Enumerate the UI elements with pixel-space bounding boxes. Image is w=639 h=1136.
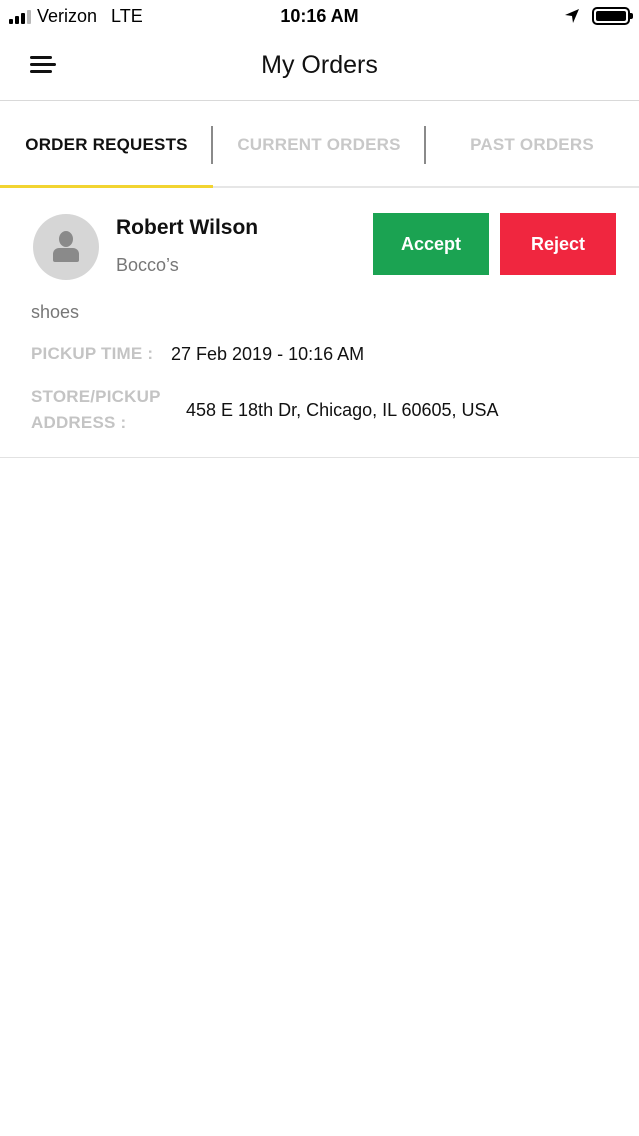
address-label: STORE/PICKUP ADDRESS :: [31, 384, 181, 436]
store-name: Bocco’s: [116, 255, 179, 275]
status-bar: Verizon LTE 10:16 AM: [0, 0, 639, 34]
customer-name: Robert Wilson: [116, 216, 259, 239]
tab-past-orders[interactable]: PAST ORDERS: [425, 102, 639, 188]
accept-button[interactable]: Accept: [373, 213, 489, 275]
avatar: [33, 214, 99, 280]
order-request-card: Robert Wilson Bocco’s Accept Reject shoe…: [0, 188, 639, 458]
user-placeholder-icon: [59, 231, 73, 247]
status-clock: 10:16 AM: [280, 6, 359, 26]
order-item: shoes: [31, 302, 80, 322]
reject-button[interactable]: Reject: [500, 213, 616, 275]
pickup-time-value: 27 Feb 2019 - 10:16 AM: [171, 344, 365, 364]
battery-icon: [592, 7, 633, 25]
tab-order-requests[interactable]: ORDER REQUESTS: [0, 102, 213, 188]
page-title: My Orders: [261, 51, 378, 79]
location-arrow-icon: [565, 9, 579, 23]
order-tabs: ORDER REQUESTS CURRENT ORDERS PAST ORDER…: [0, 102, 639, 188]
tab-current-orders[interactable]: CURRENT ORDERS: [213, 102, 425, 188]
pickup-time-label: PICKUP TIME :: [31, 344, 154, 363]
status-right: [564, 7, 633, 25]
nav-bar: My Orders: [0, 34, 639, 101]
screen: Verizon LTE 10:16 AM My Orders ORDER REQ…: [0, 0, 639, 1136]
pickup-address: 458 E 18th Dr, Chicago, IL 60605, USA: [186, 400, 499, 420]
address-label-line1: STORE/PICKUP: [31, 387, 161, 406]
address-label-line2: ADDRESS :: [31, 413, 127, 432]
